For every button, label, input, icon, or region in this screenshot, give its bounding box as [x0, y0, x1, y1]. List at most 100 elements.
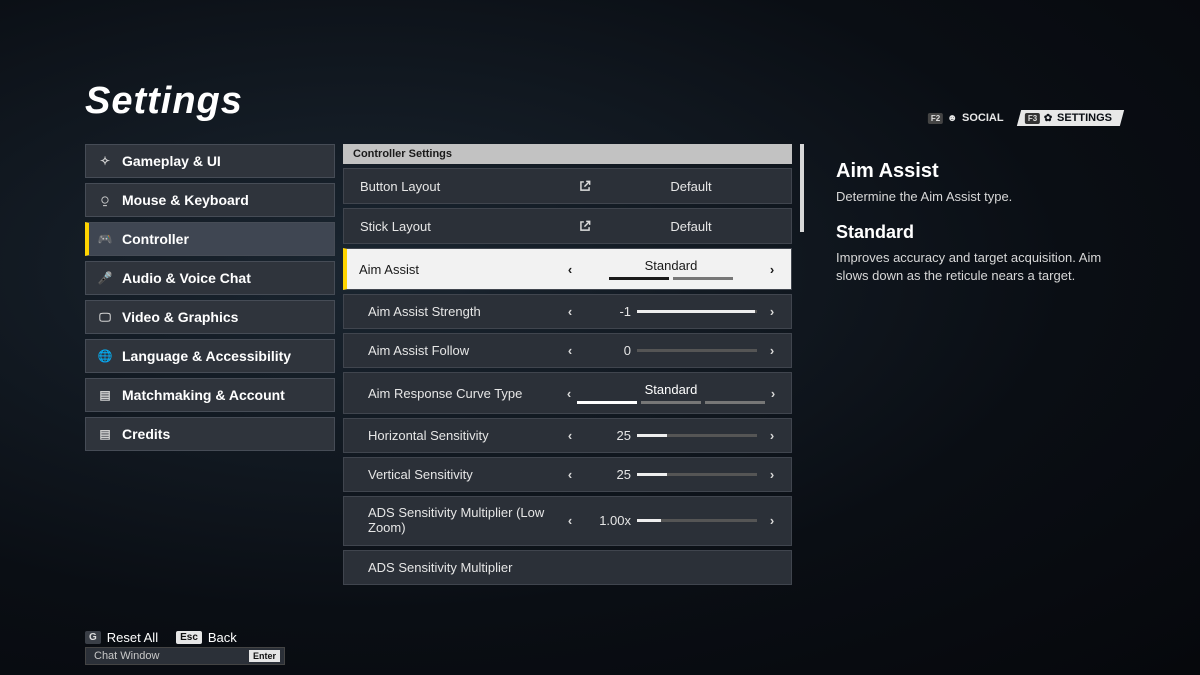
arrow-left-icon[interactable]: ‹ [561, 467, 579, 482]
footer-label: Reset All [107, 630, 158, 645]
segment-indicator [609, 277, 669, 280]
footer-label: Back [208, 630, 237, 645]
arrow-left-icon[interactable]: ‹ [561, 386, 577, 401]
list-icon: ▤ [98, 427, 112, 441]
setting-value: -1 [585, 304, 631, 319]
sidebar-item-label: Credits [122, 426, 170, 442]
setting-label: Aim Assist Follow [368, 343, 561, 358]
slider-track[interactable] [637, 434, 757, 437]
monitor-icon: 🖵 [98, 310, 112, 324]
gear-icon: ✿ [1045, 113, 1053, 124]
segment-indicator [705, 401, 765, 404]
settings-rows: Button Layout Default Stick LayoutDefault A… [343, 168, 792, 586]
arrow-right-icon[interactable]: › [763, 262, 781, 277]
arrow-right-icon[interactable]: › [763, 343, 781, 358]
setting-label: Aim Assist Strength [368, 304, 561, 319]
info-desc: Determine the Aim Assist type. [836, 189, 1132, 204]
arrow-right-icon[interactable]: › [763, 304, 781, 319]
slider-fill [637, 519, 661, 522]
setting-row[interactable]: Aim Response Curve Type‹Standard› [343, 372, 792, 414]
setting-row[interactable]: ADS Sensitivity Multiplier (Low Zoom)‹1.… [343, 496, 792, 546]
setting-row[interactable]: Aim Assist‹Standard› [343, 248, 792, 290]
page-title: Settings [85, 80, 243, 123]
sidebar-item-audio[interactable]: 🎤 Audio & Voice Chat [85, 261, 335, 295]
slider-fill [637, 310, 755, 313]
setting-label: Button Layout [360, 179, 577, 194]
arrow-left-icon[interactable]: ‹ [561, 343, 579, 358]
sidebar-item-controller[interactable]: 🎮 Controller [85, 222, 335, 256]
key-badge: G [85, 631, 101, 644]
shortcut-social[interactable]: F2 ☻ SOCIAL [920, 110, 1016, 126]
sidebar-item-label: Audio & Voice Chat [122, 270, 251, 286]
setting-row[interactable]: Button Layout Default [343, 168, 792, 204]
top-shortcuts: F2 ☻ SOCIAL F3 ✿ SETTINGS [922, 110, 1122, 126]
segment-indicator [641, 401, 701, 404]
chat-placeholder: Chat Window [94, 650, 159, 662]
arrow-left-icon[interactable]: ‹ [561, 428, 579, 443]
setting-row[interactable]: Stick LayoutDefault [343, 208, 792, 244]
slider-fill [637, 434, 667, 437]
sidebar-item-mouse[interactable]: ⍜ Mouse & Keyboard [85, 183, 335, 217]
arrow-left-icon[interactable]: ‹ [561, 513, 579, 528]
list-icon: ▤ [98, 388, 112, 402]
sidebar-item-matchmaking[interactable]: ▤ Matchmaking & Account [85, 378, 335, 412]
sidebar-item-label: Language & Accessibility [122, 348, 291, 364]
key-badge: F2 [928, 113, 943, 124]
sidebar-item-label: Gameplay & UI [122, 153, 221, 169]
sidebar-item-language[interactable]: 🌐 Language & Accessibility [85, 339, 335, 373]
setting-label: Horizontal Sensitivity [368, 428, 561, 443]
arrow-right-icon[interactable]: › [763, 467, 781, 482]
key-badge: F3 [1025, 113, 1040, 124]
scroll-thumb[interactable] [800, 144, 804, 232]
settings-panel: Controller Settings Button Layout Default… [343, 144, 792, 586]
back-button[interactable]: Esc Back [176, 630, 237, 645]
setting-label: Stick Layout [360, 219, 577, 234]
setting-label: Aim Response Curve Type [368, 386, 561, 401]
setting-row[interactable]: Aim Assist Follow‹0› [343, 333, 792, 368]
key-badge: Enter [249, 650, 280, 662]
arrow-right-icon[interactable]: › [765, 386, 781, 401]
reset-all-button[interactable]: G Reset All [85, 630, 158, 645]
sidebar-item-label: Video & Graphics [122, 309, 238, 325]
sidebar-item-gameplay[interactable]: ✧ Gameplay & UI [85, 144, 335, 178]
sidebar-item-video[interactable]: 🖵 Video & Graphics [85, 300, 335, 334]
setting-value: 25 [585, 467, 631, 482]
slider-track[interactable] [637, 473, 757, 476]
sidebar-item-label: Matchmaking & Account [122, 387, 285, 403]
segment-indicator [577, 401, 637, 404]
sidebar: ✧ Gameplay & UI ⍜ Mouse & Keyboard 🎮 Con… [85, 144, 335, 586]
external-link-icon [577, 178, 593, 194]
setting-row[interactable]: Horizontal Sensitivity‹ 25 › [343, 418, 792, 453]
slider-track[interactable] [637, 310, 757, 313]
arrow-right-icon[interactable]: › [763, 428, 781, 443]
slider-track[interactable] [637, 349, 757, 352]
external-link-icon [577, 218, 593, 234]
setting-row[interactable]: Vertical Sensitivity‹25› [343, 457, 792, 492]
arrow-right-icon[interactable]: › [763, 513, 781, 528]
setting-label: Aim Assist [359, 262, 561, 277]
arrow-left-icon[interactable]: ‹ [561, 262, 579, 277]
setting-label: ADS Sensitivity Multiplier (Low Zoom) [368, 506, 561, 536]
sidebar-item-credits[interactable]: ▤ Credits [85, 417, 335, 451]
shortcut-label: SOCIAL [962, 112, 1004, 124]
scrollbar[interactable] [800, 144, 804, 582]
info-panel: Aim Assist Determine the Aim Assist type… [812, 144, 1132, 586]
shortcut-settings[interactable]: F3 ✿ SETTINGS [1017, 110, 1124, 126]
setting-row[interactable]: ADS Sensitivity Multiplier‹› [343, 550, 792, 585]
arrow-left-icon[interactable]: ‹ [561, 304, 579, 319]
social-icon: ☻ [947, 113, 958, 124]
mouse-icon: ⍜ [98, 193, 112, 207]
info-title: Aim Assist [836, 160, 1132, 183]
chat-input[interactable]: Chat Window Enter [85, 647, 285, 665]
key-badge: Esc [176, 631, 202, 644]
shortcut-label: SETTINGS [1057, 112, 1112, 124]
setting-row[interactable]: Aim Assist Strength‹ -1 › [343, 294, 792, 329]
slider-track[interactable] [637, 519, 757, 522]
setting-value: Standard [579, 258, 763, 280]
setting-value: 25 [585, 428, 631, 443]
footer-hints: G Reset All Esc Back [85, 630, 237, 645]
target-icon: ✧ [98, 154, 112, 168]
setting-value: Default [601, 179, 781, 194]
section-header: Controller Settings [343, 144, 792, 164]
sidebar-item-label: Controller [122, 231, 189, 247]
